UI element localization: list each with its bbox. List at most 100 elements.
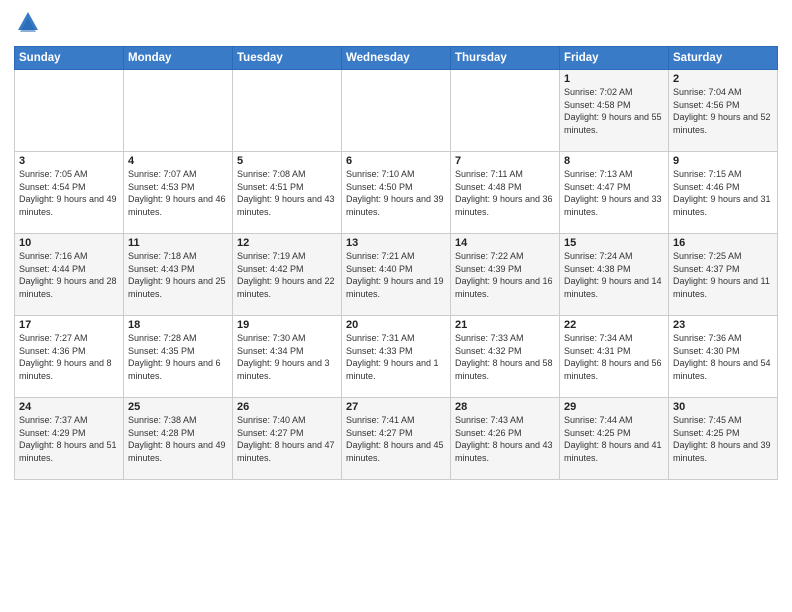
day-number: 21: [455, 319, 555, 331]
day-number: 23: [673, 319, 773, 331]
day-info: Sunrise: 7:30 AM Sunset: 4:34 PM Dayligh…: [237, 332, 337, 382]
day-number: 28: [455, 401, 555, 413]
day-info: Sunrise: 7:40 AM Sunset: 4:27 PM Dayligh…: [237, 414, 337, 464]
day-number: 10: [19, 237, 119, 249]
day-cell: 4Sunrise: 7:07 AM Sunset: 4:53 PM Daylig…: [124, 152, 233, 234]
day-info: Sunrise: 7:25 AM Sunset: 4:37 PM Dayligh…: [673, 250, 773, 300]
day-cell: 17Sunrise: 7:27 AM Sunset: 4:36 PM Dayli…: [15, 316, 124, 398]
weekday-thursday: Thursday: [451, 47, 560, 70]
week-row-4: 17Sunrise: 7:27 AM Sunset: 4:36 PM Dayli…: [15, 316, 778, 398]
day-info: Sunrise: 7:43 AM Sunset: 4:26 PM Dayligh…: [455, 414, 555, 464]
day-number: 14: [455, 237, 555, 249]
day-info: Sunrise: 7:27 AM Sunset: 4:36 PM Dayligh…: [19, 332, 119, 382]
day-cell: 20Sunrise: 7:31 AM Sunset: 4:33 PM Dayli…: [342, 316, 451, 398]
day-cell: 29Sunrise: 7:44 AM Sunset: 4:25 PM Dayli…: [560, 398, 669, 480]
day-cell: 11Sunrise: 7:18 AM Sunset: 4:43 PM Dayli…: [124, 234, 233, 316]
logo-icon: [14, 10, 42, 38]
day-number: 26: [237, 401, 337, 413]
page: SundayMondayTuesdayWednesdayThursdayFrid…: [0, 0, 792, 612]
logo: [14, 10, 46, 38]
day-number: 11: [128, 237, 228, 249]
day-cell: 15Sunrise: 7:24 AM Sunset: 4:38 PM Dayli…: [560, 234, 669, 316]
day-info: Sunrise: 7:28 AM Sunset: 4:35 PM Dayligh…: [128, 332, 228, 382]
day-info: Sunrise: 7:05 AM Sunset: 4:54 PM Dayligh…: [19, 168, 119, 218]
day-number: 7: [455, 155, 555, 167]
day-cell: 7Sunrise: 7:11 AM Sunset: 4:48 PM Daylig…: [451, 152, 560, 234]
weekday-monday: Monday: [124, 47, 233, 70]
day-cell: [124, 70, 233, 152]
day-info: Sunrise: 7:22 AM Sunset: 4:39 PM Dayligh…: [455, 250, 555, 300]
weekday-tuesday: Tuesday: [233, 47, 342, 70]
header: [14, 10, 778, 38]
day-cell: 23Sunrise: 7:36 AM Sunset: 4:30 PM Dayli…: [669, 316, 778, 398]
week-row-3: 10Sunrise: 7:16 AM Sunset: 4:44 PM Dayli…: [15, 234, 778, 316]
day-cell: [342, 70, 451, 152]
day-info: Sunrise: 7:10 AM Sunset: 4:50 PM Dayligh…: [346, 168, 446, 218]
day-info: Sunrise: 7:37 AM Sunset: 4:29 PM Dayligh…: [19, 414, 119, 464]
day-cell: 12Sunrise: 7:19 AM Sunset: 4:42 PM Dayli…: [233, 234, 342, 316]
day-info: Sunrise: 7:38 AM Sunset: 4:28 PM Dayligh…: [128, 414, 228, 464]
weekday-header-row: SundayMondayTuesdayWednesdayThursdayFrid…: [15, 47, 778, 70]
day-cell: 9Sunrise: 7:15 AM Sunset: 4:46 PM Daylig…: [669, 152, 778, 234]
day-cell: 10Sunrise: 7:16 AM Sunset: 4:44 PM Dayli…: [15, 234, 124, 316]
day-cell: 22Sunrise: 7:34 AM Sunset: 4:31 PM Dayli…: [560, 316, 669, 398]
day-number: 8: [564, 155, 664, 167]
day-number: 1: [564, 73, 664, 85]
day-info: Sunrise: 7:04 AM Sunset: 4:56 PM Dayligh…: [673, 86, 773, 136]
day-info: Sunrise: 7:41 AM Sunset: 4:27 PM Dayligh…: [346, 414, 446, 464]
day-info: Sunrise: 7:34 AM Sunset: 4:31 PM Dayligh…: [564, 332, 664, 382]
day-cell: 3Sunrise: 7:05 AM Sunset: 4:54 PM Daylig…: [15, 152, 124, 234]
day-info: Sunrise: 7:18 AM Sunset: 4:43 PM Dayligh…: [128, 250, 228, 300]
day-number: 29: [564, 401, 664, 413]
calendar-table: SundayMondayTuesdayWednesdayThursdayFrid…: [14, 46, 778, 480]
day-cell: 18Sunrise: 7:28 AM Sunset: 4:35 PM Dayli…: [124, 316, 233, 398]
day-cell: 2Sunrise: 7:04 AM Sunset: 4:56 PM Daylig…: [669, 70, 778, 152]
day-cell: 27Sunrise: 7:41 AM Sunset: 4:27 PM Dayli…: [342, 398, 451, 480]
day-number: 22: [564, 319, 664, 331]
weekday-saturday: Saturday: [669, 47, 778, 70]
day-number: 6: [346, 155, 446, 167]
week-row-2: 3Sunrise: 7:05 AM Sunset: 4:54 PM Daylig…: [15, 152, 778, 234]
day-cell: [451, 70, 560, 152]
day-number: 9: [673, 155, 773, 167]
day-number: 13: [346, 237, 446, 249]
day-info: Sunrise: 7:36 AM Sunset: 4:30 PM Dayligh…: [673, 332, 773, 382]
day-number: 30: [673, 401, 773, 413]
day-number: 18: [128, 319, 228, 331]
day-cell: [233, 70, 342, 152]
day-cell: 21Sunrise: 7:33 AM Sunset: 4:32 PM Dayli…: [451, 316, 560, 398]
day-info: Sunrise: 7:45 AM Sunset: 4:25 PM Dayligh…: [673, 414, 773, 464]
day-number: 4: [128, 155, 228, 167]
day-info: Sunrise: 7:11 AM Sunset: 4:48 PM Dayligh…: [455, 168, 555, 218]
week-row-5: 24Sunrise: 7:37 AM Sunset: 4:29 PM Dayli…: [15, 398, 778, 480]
day-number: 2: [673, 73, 773, 85]
day-number: 27: [346, 401, 446, 413]
day-number: 24: [19, 401, 119, 413]
day-number: 17: [19, 319, 119, 331]
day-cell: 14Sunrise: 7:22 AM Sunset: 4:39 PM Dayli…: [451, 234, 560, 316]
day-cell: 13Sunrise: 7:21 AM Sunset: 4:40 PM Dayli…: [342, 234, 451, 316]
weekday-sunday: Sunday: [15, 47, 124, 70]
weekday-friday: Friday: [560, 47, 669, 70]
day-info: Sunrise: 7:24 AM Sunset: 4:38 PM Dayligh…: [564, 250, 664, 300]
day-number: 25: [128, 401, 228, 413]
day-cell: 30Sunrise: 7:45 AM Sunset: 4:25 PM Dayli…: [669, 398, 778, 480]
day-info: Sunrise: 7:02 AM Sunset: 4:58 PM Dayligh…: [564, 86, 664, 136]
day-info: Sunrise: 7:16 AM Sunset: 4:44 PM Dayligh…: [19, 250, 119, 300]
day-info: Sunrise: 7:19 AM Sunset: 4:42 PM Dayligh…: [237, 250, 337, 300]
day-cell: 6Sunrise: 7:10 AM Sunset: 4:50 PM Daylig…: [342, 152, 451, 234]
day-number: 15: [564, 237, 664, 249]
day-cell: 26Sunrise: 7:40 AM Sunset: 4:27 PM Dayli…: [233, 398, 342, 480]
day-info: Sunrise: 7:07 AM Sunset: 4:53 PM Dayligh…: [128, 168, 228, 218]
day-info: Sunrise: 7:13 AM Sunset: 4:47 PM Dayligh…: [564, 168, 664, 218]
day-number: 3: [19, 155, 119, 167]
day-cell: 28Sunrise: 7:43 AM Sunset: 4:26 PM Dayli…: [451, 398, 560, 480]
day-cell: 1Sunrise: 7:02 AM Sunset: 4:58 PM Daylig…: [560, 70, 669, 152]
day-info: Sunrise: 7:44 AM Sunset: 4:25 PM Dayligh…: [564, 414, 664, 464]
day-info: Sunrise: 7:15 AM Sunset: 4:46 PM Dayligh…: [673, 168, 773, 218]
day-number: 5: [237, 155, 337, 167]
day-cell: 25Sunrise: 7:38 AM Sunset: 4:28 PM Dayli…: [124, 398, 233, 480]
day-number: 20: [346, 319, 446, 331]
weekday-wednesday: Wednesday: [342, 47, 451, 70]
day-number: 16: [673, 237, 773, 249]
